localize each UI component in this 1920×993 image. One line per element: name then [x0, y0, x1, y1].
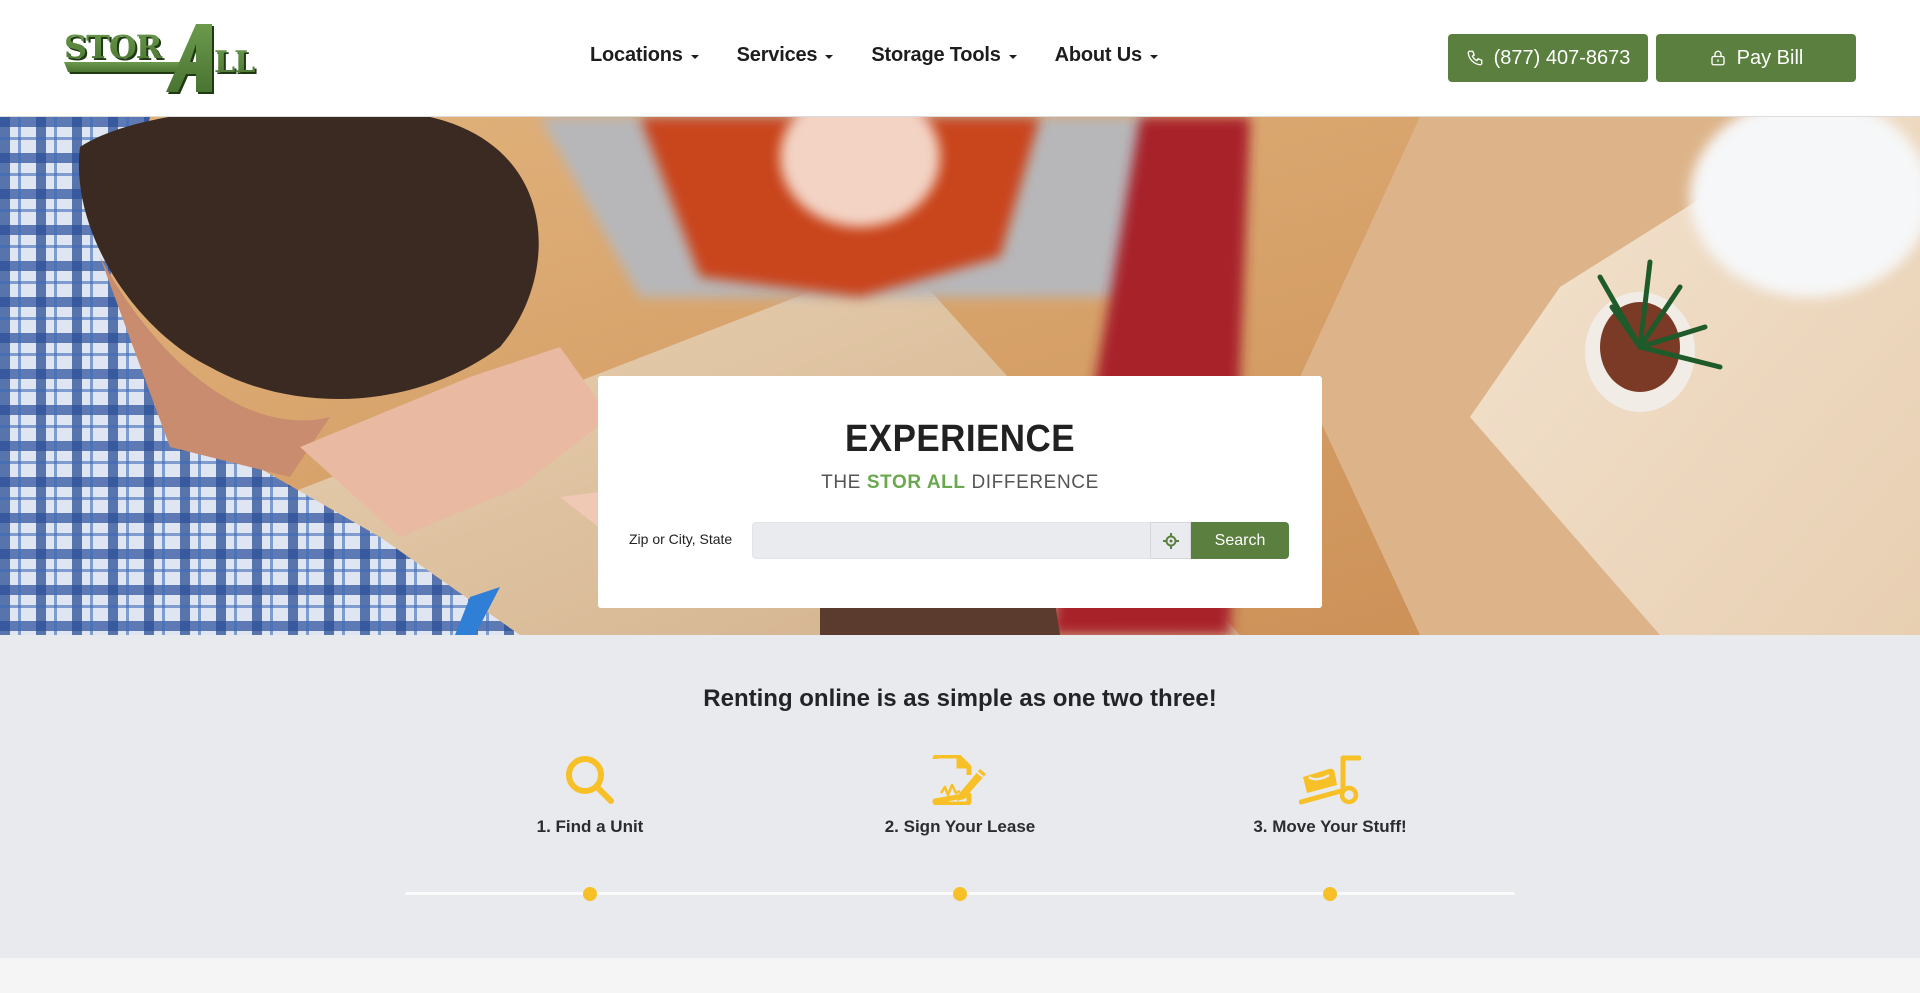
zip-city-state-input[interactable] [752, 522, 1150, 559]
hand-truck-icon [1299, 755, 1361, 805]
phone-button[interactable]: (877) 407-8673 [1448, 34, 1648, 82]
location-search-card: EXPERIENCE THE STOR ALL DIFFERENCE Zip o… [598, 376, 1322, 608]
caret-down-icon [690, 55, 699, 59]
lock-icon [1710, 50, 1725, 66]
hero-subtitle: THE STOR ALL DIFFERENCE [598, 472, 1322, 494]
main-nav: Locations Services Storage Tools About U… [590, 44, 1196, 67]
svg-text:LL: LL [214, 45, 255, 80]
logo-graphic: STOR STOR LL LL [64, 24, 258, 94]
step-sign-lease: 2. Sign Your Lease [810, 753, 1110, 837]
phone-number: (877) 407-8673 [1493, 46, 1631, 69]
search-button[interactable]: Search [1191, 522, 1289, 559]
svg-text:STOR: STOR [64, 28, 163, 66]
pay-bill-label: Pay Bill [1736, 46, 1804, 69]
phone-icon [1467, 50, 1483, 66]
hero-section: EXPERIENCE THE STOR ALL DIFFERENCE Zip o… [0, 117, 1920, 635]
crosshair-icon [1162, 532, 1179, 549]
hero-title: EXPERIENCE [845, 418, 1075, 460]
nav-label: About Us [1054, 44, 1142, 66]
step-find-unit: 1. Find a Unit [440, 753, 740, 837]
site-header: STOR STOR LL LL Locations Services Stora… [0, 0, 1920, 117]
timeline-dot [583, 887, 597, 901]
step-label: 1. Find a Unit [536, 817, 644, 836]
step-label: 3. Move Your Stuff! [1253, 817, 1407, 836]
subtitle-suffix: DIFFERENCE [971, 472, 1099, 493]
subtitle-prefix: THE [821, 472, 861, 493]
caret-down-icon [1008, 55, 1017, 59]
nav-about-us[interactable]: About Us [1055, 44, 1158, 67]
steps-heading: Renting online is as simple as one two t… [703, 685, 1217, 712]
stor-all-logo[interactable]: STOR STOR LL LL [62, 22, 266, 94]
caret-down-icon [1149, 55, 1158, 59]
subtitle-brand: STOR ALL [866, 472, 966, 493]
nav-label: Locations [590, 44, 683, 66]
sign-document-icon [932, 755, 986, 805]
use-my-location-button[interactable] [1150, 522, 1191, 559]
nav-storage-tools[interactable]: Storage Tools [871, 44, 1017, 67]
nav-label: Storage Tools [871, 44, 1001, 66]
footer-strip [0, 958, 1920, 993]
step-move-stuff: 3. Move Your Stuff! [1180, 753, 1480, 837]
how-it-works-section: Renting online is as simple as one two t… [0, 635, 1920, 958]
timeline-dot [953, 887, 967, 901]
nav-locations[interactable]: Locations [590, 44, 699, 67]
search-icon [566, 756, 614, 804]
nav-services[interactable]: Services [737, 44, 834, 67]
step-label: 2. Sign Your Lease [884, 817, 1036, 836]
nav-label: Services [736, 44, 818, 66]
pay-bill-button[interactable]: Pay Bill [1656, 34, 1856, 82]
timeline-dot [1323, 887, 1337, 901]
zip-label: Zip or City, State [629, 531, 733, 547]
caret-down-icon [825, 55, 834, 59]
